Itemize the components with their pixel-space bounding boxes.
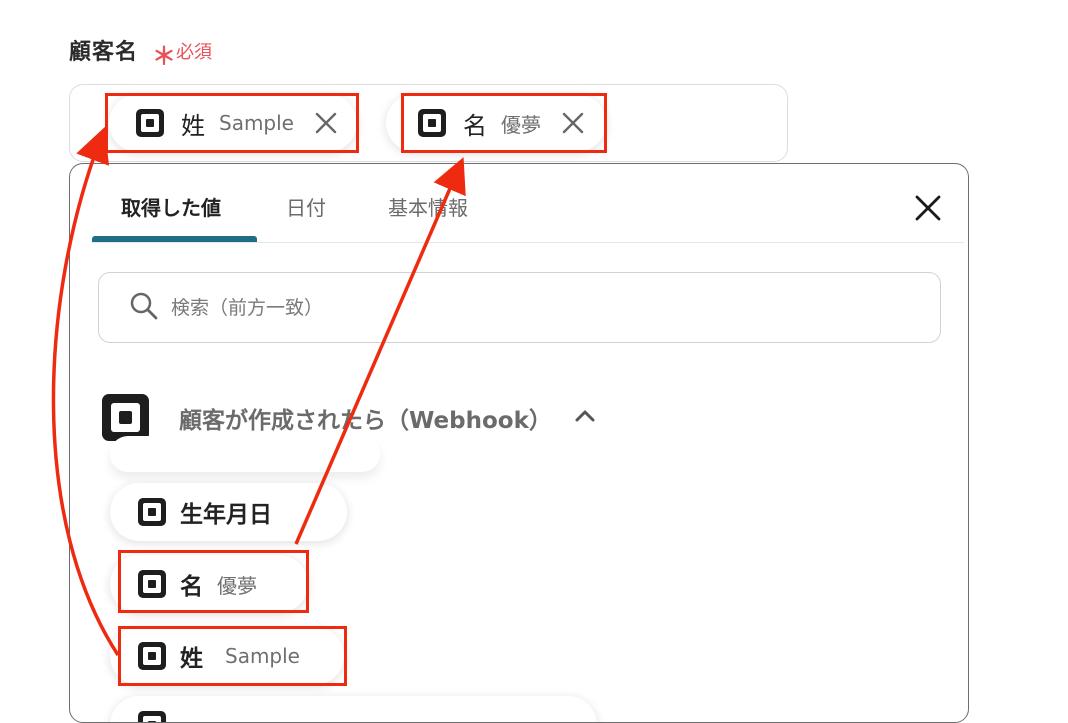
- value-picker-panel: 取得した値 日付 基本情報 顧客が作成されたら（Webhook） 生年月日 名 …: [69, 163, 969, 723]
- tab-date[interactable]: 日付: [286, 192, 326, 221]
- token-chip-first-name[interactable]: 名 優夢: [386, 94, 606, 152]
- chevron-up-icon: [574, 408, 596, 427]
- close-icon[interactable]: [314, 111, 338, 135]
- tab-acquired-values[interactable]: 取得した値: [121, 192, 221, 221]
- square-app-icon: [138, 498, 166, 526]
- list-item-last-name[interactable]: 姓 Sample: [110, 627, 344, 685]
- section-title: 顧客が作成されたら（Webhook）: [179, 407, 552, 434]
- list-item-next[interactable]: [110, 696, 597, 722]
- token-value: Sample: [219, 111, 294, 135]
- token-chip-last-name[interactable]: 姓 Sample: [109, 94, 357, 152]
- square-app-icon: [138, 642, 166, 670]
- item-name: 生年月日: [180, 502, 272, 528]
- list-item-birthdate[interactable]: 生年月日: [110, 483, 347, 541]
- search-input[interactable]: [169, 295, 823, 320]
- field-label: 顧客名: [69, 40, 139, 65]
- search-icon: [129, 291, 159, 325]
- item-name: 名: [180, 574, 203, 600]
- token-name: 名: [463, 111, 487, 140]
- list-item-first-name[interactable]: 名 優夢: [110, 555, 308, 613]
- item-name: 姓: [180, 646, 203, 672]
- section-toggle-webhook[interactable]: 顧客が作成されたら（Webhook）: [102, 394, 596, 441]
- close-icon[interactable]: [913, 193, 943, 223]
- required-asterisk: ＊: [152, 42, 176, 70]
- close-icon[interactable]: [561, 111, 585, 135]
- token-name: 姓: [181, 111, 205, 140]
- square-app-icon: [138, 711, 166, 722]
- search-box[interactable]: [98, 272, 941, 343]
- square-app-icon: [136, 109, 164, 137]
- square-app-icon: [418, 109, 446, 137]
- tab-basic-info[interactable]: 基本情報: [388, 192, 468, 221]
- item-value: Sample: [225, 644, 300, 668]
- tab-divider: [92, 242, 964, 243]
- square-app-icon: [138, 570, 166, 598]
- required-text: 必須: [176, 42, 212, 63]
- item-value: 優夢: [217, 573, 257, 598]
- list-item-hidden[interactable]: [110, 436, 380, 472]
- square-app-icon: [102, 394, 149, 441]
- token-value: 優夢: [501, 112, 541, 137]
